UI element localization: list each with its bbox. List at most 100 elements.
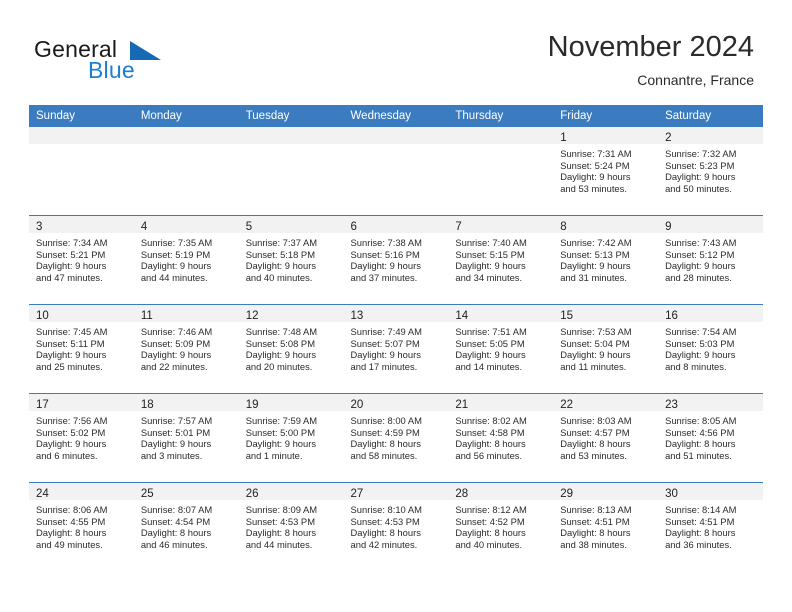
calendar-day-cell[interactable]: 5 Sunrise: 7:37 AM Sunset: 5:18 PM Daylight… xyxy=(238,215,344,305)
day-cell-inner: 24 Sunrise: 8:06 AM Sunset: 4:55 PM Dayligh… xyxy=(29,483,134,571)
day-detail-line: Daylight: 9 hours xyxy=(245,349,317,361)
calendar-day-cell[interactable]: 10 Sunrise: 7:45 AM Sunset: 5:11 PM Dayligh… xyxy=(29,304,134,394)
day-number: 16 xyxy=(665,310,678,322)
calendar-day-cell[interactable]: 6 Sunrise: 7:38 AM Sunset: 5:16 PM Daylight… xyxy=(343,215,449,305)
day-detail-line: Sunset: 4:53 PM xyxy=(245,515,315,527)
calendar-day-cell[interactable]: 24 Sunrise: 8:06 AM Sunset: 4:55 PM Dayligh… xyxy=(29,482,134,571)
day-cell-details xyxy=(29,144,134,148)
day-cell-details: Sunrise: 7:54 AM Sunset: 5:03 PM Daylight:… xyxy=(658,322,763,372)
day-detail-line: and 22 minutes. xyxy=(140,360,208,372)
page-header: General Blue November 2024 Connantre, Fr… xyxy=(0,0,792,104)
calendar-day-cell[interactable]: 23 Sunrise: 8:05 AM Sunset: 4:56 PM Dayligh… xyxy=(658,393,763,483)
day-detail-line: Sunset: 5:05 PM xyxy=(455,337,525,349)
day-detail-line: Sunset: 4:51 PM xyxy=(665,515,735,527)
calendar-day-cell[interactable]: 13 Sunrise: 7:49 AM Sunset: 5:07 PM Dayligh… xyxy=(343,304,449,394)
day-cell-details: Sunrise: 8:02 AM Sunset: 4:58 PM Daylight:… xyxy=(448,411,553,461)
day-number-band: 19 xyxy=(238,394,344,411)
weekday-header-wednesday: Wednesday xyxy=(343,105,449,127)
day-detail-line: Sunrise: 7:51 AM xyxy=(455,326,527,337)
day-detail-line: Sunrise: 7:45 AM xyxy=(36,326,108,337)
day-cell-inner: 17 Sunrise: 7:56 AM Sunset: 5:02 PM Dayligh… xyxy=(29,394,134,482)
calendar-day-cell[interactable]: 30 Sunrise: 8:14 AM Sunset: 4:51 PM Dayligh… xyxy=(658,482,763,571)
day-detail-line: Sunrise: 8:13 AM xyxy=(560,504,632,515)
day-detail-line: and 11 minutes. xyxy=(560,360,627,372)
day-detail-line: Sunset: 5:24 PM xyxy=(560,159,630,171)
day-detail-line: Sunrise: 7:34 AM xyxy=(36,237,108,248)
day-cell-details: Sunrise: 8:07 AM Sunset: 4:54 PM Daylight:… xyxy=(134,500,239,550)
calendar-day-cell[interactable]: 16 Sunrise: 7:54 AM Sunset: 5:03 PM Dayligh… xyxy=(658,304,763,394)
day-number-band: 29 xyxy=(553,483,659,500)
calendar-day-cell[interactable]: 27 Sunrise: 8:10 AM Sunset: 4:53 PM Dayligh… xyxy=(343,482,449,571)
day-detail-line: and 37 minutes. xyxy=(350,271,418,283)
day-number-band: 16 xyxy=(658,305,763,322)
day-cell-inner: 16 Sunrise: 7:54 AM Sunset: 5:03 PM Dayligh… xyxy=(658,305,763,393)
calendar-day-cell[interactable]: 21 Sunrise: 8:02 AM Sunset: 4:58 PM Dayligh… xyxy=(448,393,554,483)
day-detail-line: Sunset: 5:11 PM xyxy=(36,337,105,349)
calendar-page: General Blue November 2024 Connantre, Fr… xyxy=(0,0,792,612)
day-number-band: 17 xyxy=(29,394,134,411)
day-number-band: 22 xyxy=(553,394,659,411)
calendar-day-cell[interactable]: 22 Sunrise: 8:03 AM Sunset: 4:57 PM Dayligh… xyxy=(553,393,659,483)
day-number-band: 21 xyxy=(448,394,554,411)
day-number-band: 28 xyxy=(448,483,554,500)
day-number: 20 xyxy=(350,399,364,411)
day-detail-line: Daylight: 9 hours xyxy=(665,349,736,361)
calendar-day-cell[interactable]: 18 Sunrise: 7:57 AM Sunset: 5:01 PM Dayligh… xyxy=(133,393,239,483)
calendar-day-cell[interactable]: 29 Sunrise: 8:13 AM Sunset: 4:51 PM Dayligh… xyxy=(553,482,659,571)
day-detail-line: and 53 minutes. xyxy=(560,449,627,461)
day-number-band xyxy=(448,127,554,144)
day-number: 1 xyxy=(560,132,567,144)
day-number-band: 11 xyxy=(133,305,239,322)
day-cell-inner: 28 Sunrise: 8:12 AM Sunset: 4:52 PM Dayligh… xyxy=(448,483,554,571)
day-number-band xyxy=(29,127,134,144)
calendar-day-cell[interactable]: 2 Sunrise: 7:32 AM Sunset: 5:23 PM Daylight… xyxy=(658,127,763,216)
calendar-day-cell[interactable]: 25 Sunrise: 8:07 AM Sunset: 4:54 PM Dayligh… xyxy=(133,482,239,571)
day-cell-details: Sunrise: 8:03 AM Sunset: 4:57 PM Daylight:… xyxy=(553,411,658,461)
calendar-day-cell[interactable]: 3 Sunrise: 7:34 AM Sunset: 5:21 PM Daylight… xyxy=(29,215,134,305)
day-detail-line: Daylight: 9 hours xyxy=(140,438,212,450)
calendar-day-cell[interactable]: 17 Sunrise: 7:56 AM Sunset: 5:02 PM Dayligh… xyxy=(29,393,134,483)
day-number-band: 5 xyxy=(238,216,344,233)
day-detail-line: Sunrise: 8:07 AM xyxy=(140,504,213,515)
day-detail-line: and 3 minutes. xyxy=(140,449,203,461)
day-detail-line: and 56 minutes. xyxy=(455,449,523,461)
day-detail-line: Sunrise: 7:40 AM xyxy=(455,237,527,248)
calendar-day-cell[interactable]: 14 Sunrise: 7:51 AM Sunset: 5:05 PM Dayligh… xyxy=(448,304,554,394)
calendar-day-cell[interactable]: 28 Sunrise: 8:12 AM Sunset: 4:52 PM Dayligh… xyxy=(448,482,554,571)
day-number-band: 9 xyxy=(658,216,763,233)
page-subtitle: Connantre, France xyxy=(637,72,754,88)
weekday-header-thursday: Thursday xyxy=(448,105,554,127)
calendar-day-cell[interactable]: 15 Sunrise: 7:53 AM Sunset: 5:04 PM Dayligh… xyxy=(553,304,659,394)
day-cell-details: Sunrise: 8:09 AM Sunset: 4:53 PM Daylight:… xyxy=(239,500,344,550)
day-cell-inner xyxy=(133,127,239,215)
day-detail-line: Sunset: 5:13 PM xyxy=(560,248,630,260)
day-detail-line: Sunset: 5:15 PM xyxy=(455,248,525,260)
day-number: 5 xyxy=(245,221,253,233)
calendar-day-cell[interactable]: 9 Sunrise: 7:43 AM Sunset: 5:12 PM Daylight… xyxy=(658,215,763,305)
day-detail-line: Sunset: 4:58 PM xyxy=(455,426,525,438)
calendar-day-cell[interactable]: 8 Sunrise: 7:42 AM Sunset: 5:13 PM Daylight… xyxy=(553,215,659,305)
calendar-day-cell[interactable]: 7 Sunrise: 7:40 AM Sunset: 5:15 PM Daylight… xyxy=(448,215,554,305)
day-number: 23 xyxy=(665,399,678,411)
day-cell-inner: 21 Sunrise: 8:02 AM Sunset: 4:58 PM Dayligh… xyxy=(448,394,554,482)
day-detail-line: Sunrise: 8:06 AM xyxy=(36,504,108,515)
day-number-band: 3 xyxy=(29,216,134,233)
calendar-day-cell[interactable]: 4 Sunrise: 7:35 AM Sunset: 5:19 PM Daylight… xyxy=(133,215,239,305)
day-cell-details: Sunrise: 8:13 AM Sunset: 4:51 PM Daylight:… xyxy=(553,500,658,550)
calendar-day-cell[interactable]: 12 Sunrise: 7:48 AM Sunset: 5:08 PM Dayligh… xyxy=(238,304,344,394)
day-detail-line: Daylight: 9 hours xyxy=(140,349,212,361)
calendar-day-cell[interactable]: 20 Sunrise: 8:00 AM Sunset: 4:59 PM Dayligh… xyxy=(343,393,449,483)
day-detail-line: Sunrise: 8:03 AM xyxy=(560,415,632,426)
calendar-day-cell[interactable]: 19 Sunrise: 7:59 AM Sunset: 5:00 PM Dayligh… xyxy=(238,393,344,483)
day-detail-line: and 42 minutes. xyxy=(350,538,418,550)
day-detail-line: Sunset: 4:53 PM xyxy=(350,515,420,527)
brand-logo[interactable]: General Blue xyxy=(34,36,214,88)
day-detail-line: Sunset: 5:03 PM xyxy=(665,337,735,349)
calendar-week-row: 24 Sunrise: 8:06 AM Sunset: 4:55 PM Dayligh… xyxy=(29,482,763,571)
page-title: November 2024 xyxy=(547,31,754,63)
calendar-day-cell[interactable]: 1 Sunrise: 7:31 AM Sunset: 5:24 PM Daylight… xyxy=(553,127,659,216)
day-detail-line: and 17 minutes. xyxy=(350,360,418,372)
calendar-day-cell[interactable]: 26 Sunrise: 8:09 AM Sunset: 4:53 PM Dayligh… xyxy=(238,482,344,571)
calendar-day-cell[interactable]: 11 Sunrise: 7:46 AM Sunset: 5:09 PM Dayligh… xyxy=(133,304,239,394)
title-block: November 2024 Connantre, France xyxy=(548,30,754,90)
